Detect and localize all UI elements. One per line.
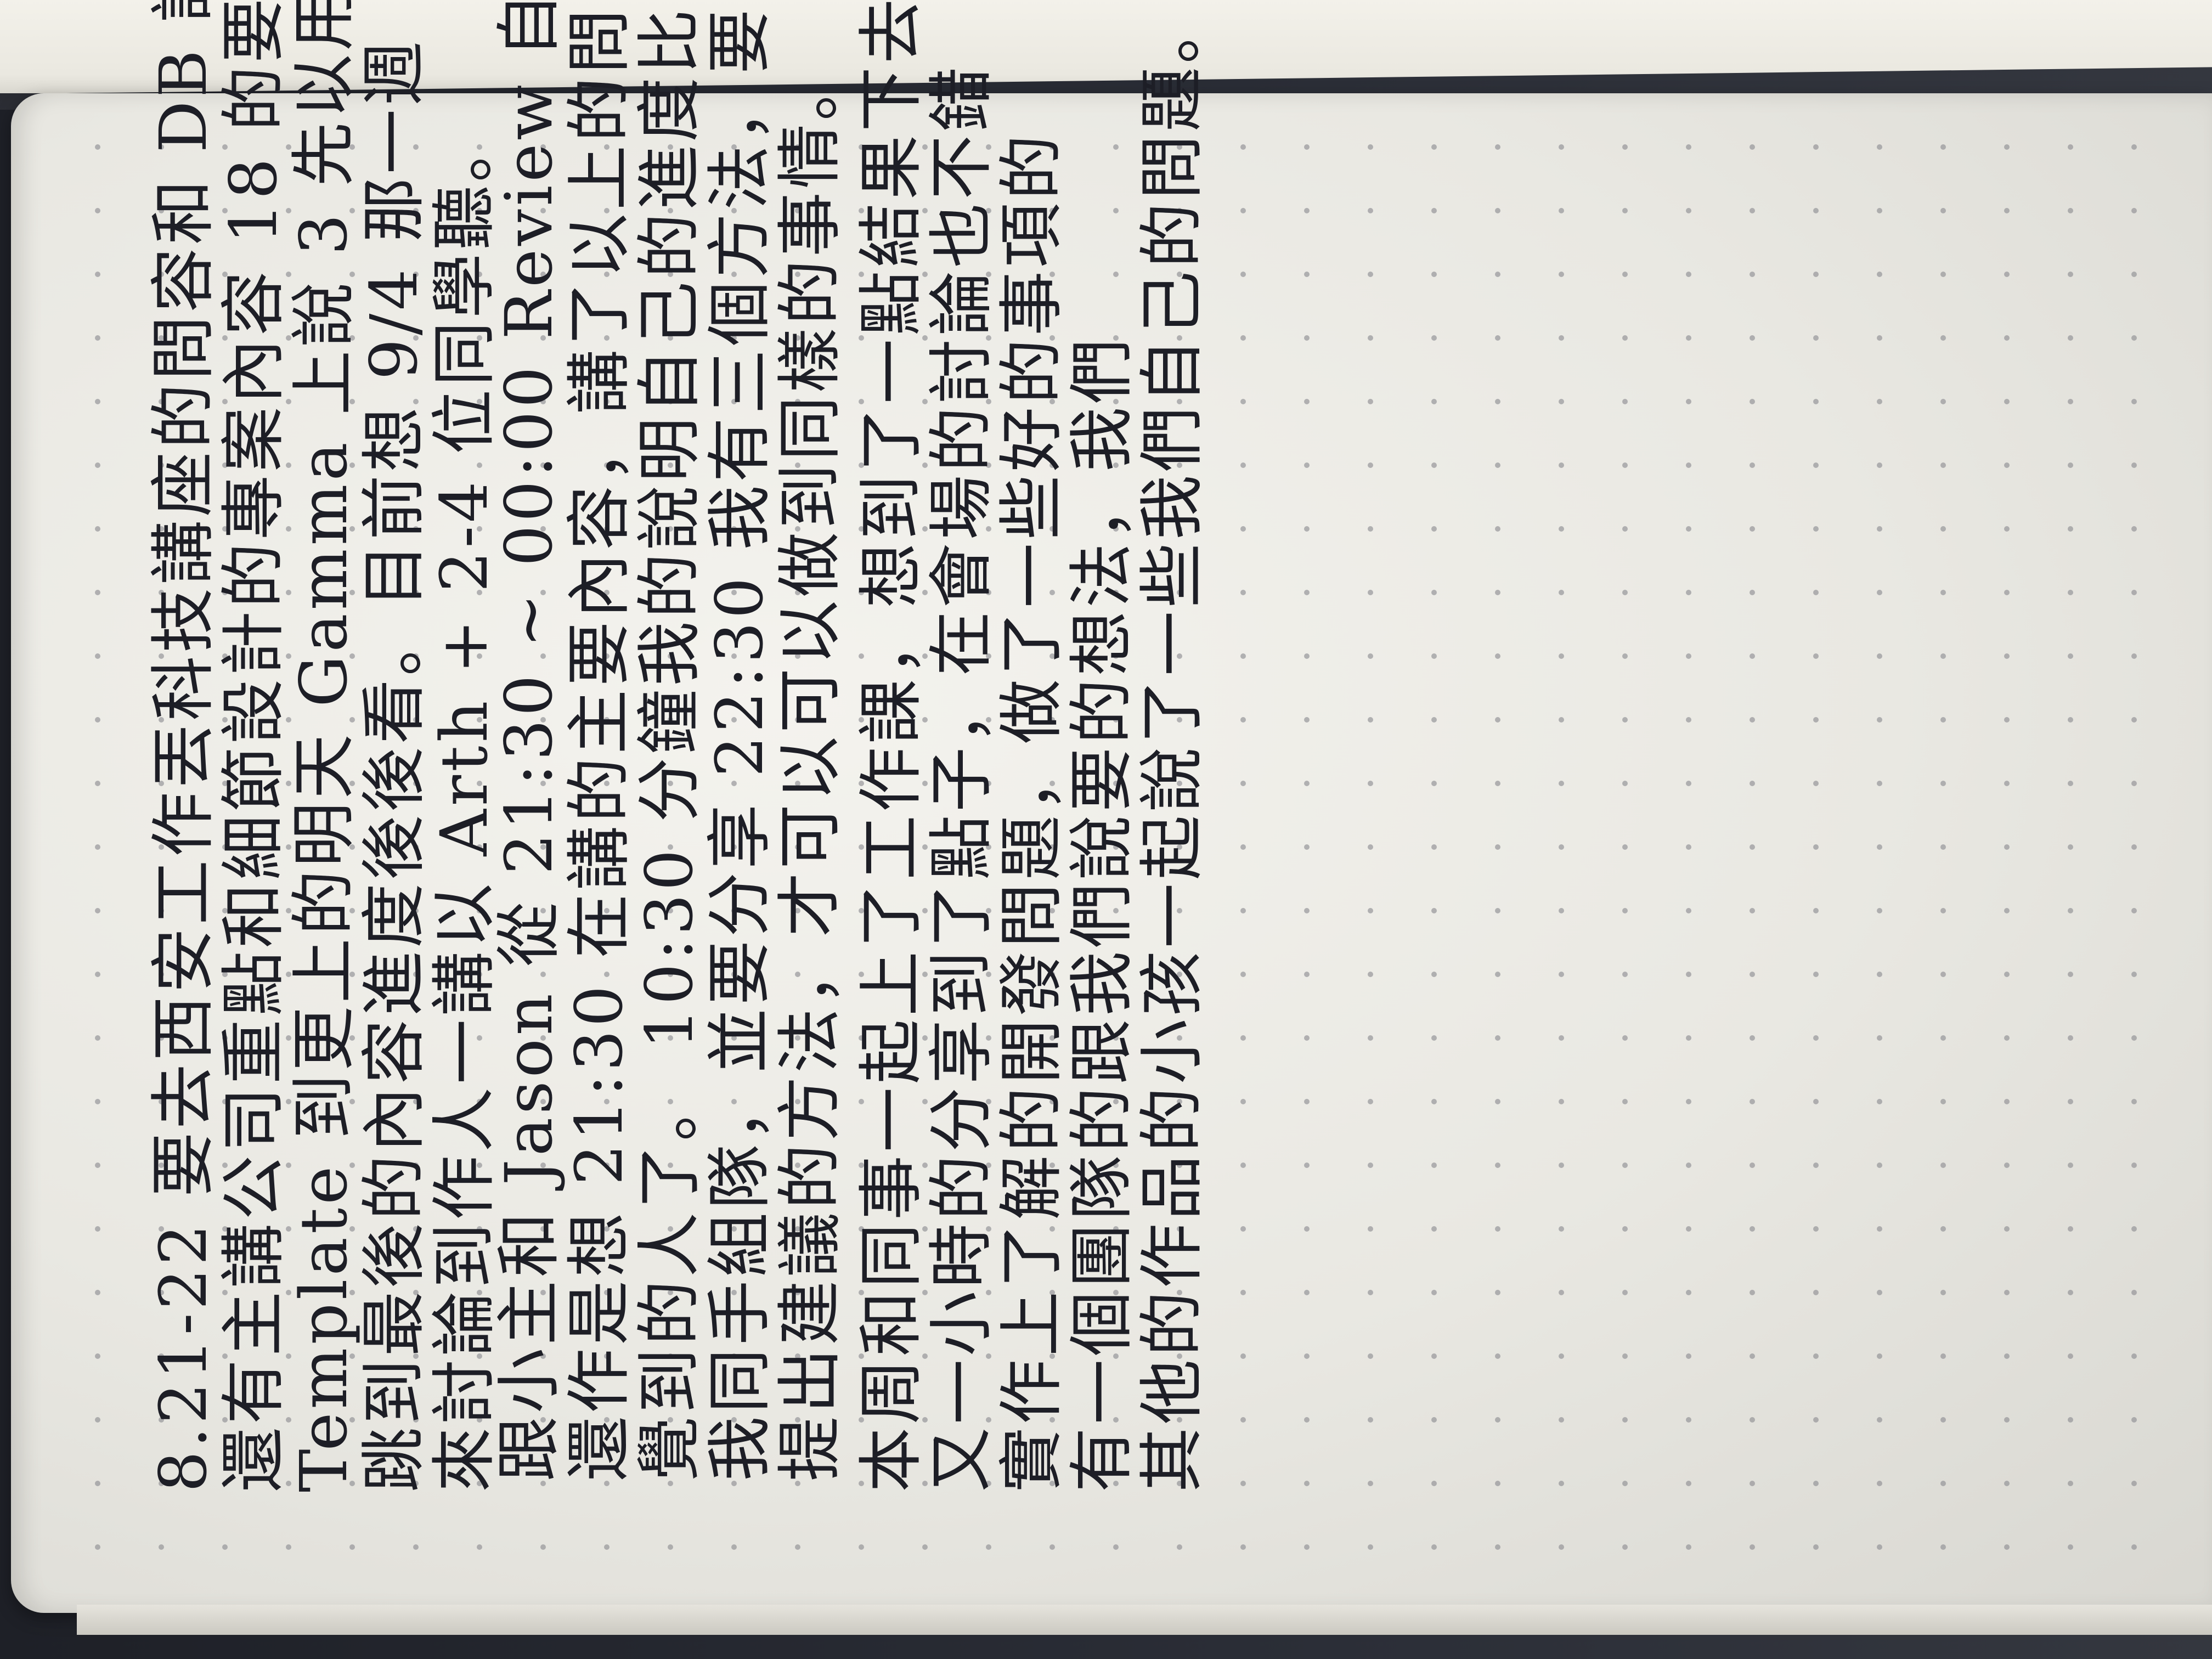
note-line: 又一小時的分享到了點子，在會場的討論也不錯: [923, 63, 999, 1492]
note-line: 實作上了解的開發問題，做了一些好的事項的: [994, 131, 1069, 1492]
note-line: 跟小主和 Jason 從 21:30 ~ 00:00 Review 自己我的: [491, 0, 567, 1481]
note-line: 跳到最後的內容進度後後看。目前想 9/4 那一週: [356, 38, 432, 1492]
note-line: 來討論到作人一講以 Arth + 2-4 位同學聽。: [426, 114, 502, 1492]
note-line: 其他的作品的小孩一起說了一些我們自己的問題。: [1134, 0, 1210, 1492]
note-line: 覺到的人了。 10:30 分鐘我的說明自己的進度比: [631, 5, 707, 1481]
handwritten-note-block-3: 本周和同事一起上了工作課，想到了一點結果下去 又一小時的分享到了點子，在會場的討…: [853, 0, 1210, 1492]
photo-scene: 8.21-22 要去西安工作丟科技講座的問容和 DB 設計 還有主講公司重點和細…: [0, 0, 2212, 1659]
note-line: 8.21-22 要去西安工作丟科技講座的問容和 DB 設計: [145, 0, 221, 1492]
handwritten-note-block-1: 8.21-22 要去西安工作丟科技講座的問容和 DB 設計 還有主講公司重點和細…: [145, 0, 502, 1492]
note-line: 有一個團隊的跟我們說要的想法，我們: [1064, 335, 1139, 1492]
note-line: 提出建議的方法，才可以可以做到同樣的事情。: [772, 52, 848, 1481]
note-line: 本周和同事一起上了工作課，想到了一點結果下去: [853, 0, 929, 1492]
note-line: Template 到更上的明天 Gamma 上說 3 先以用上: [286, 0, 362, 1492]
note-line: 我同手組隊，並要分享 22:30 我有三個方法，要出: [702, 0, 777, 1481]
notebook-page-edge: [77, 1605, 2212, 1635]
handwritten-note-block-2: 跟小主和 Jason 從 21:30 ~ 00:00 Review 自己我的 還…: [491, 0, 848, 1481]
note-line: 還有主講公司重點和細節設計的專案內容 18 的要: [216, 0, 291, 1492]
note-line: 還作是想 21:30 在講的主要內容，講了以上的問: [561, 5, 637, 1481]
